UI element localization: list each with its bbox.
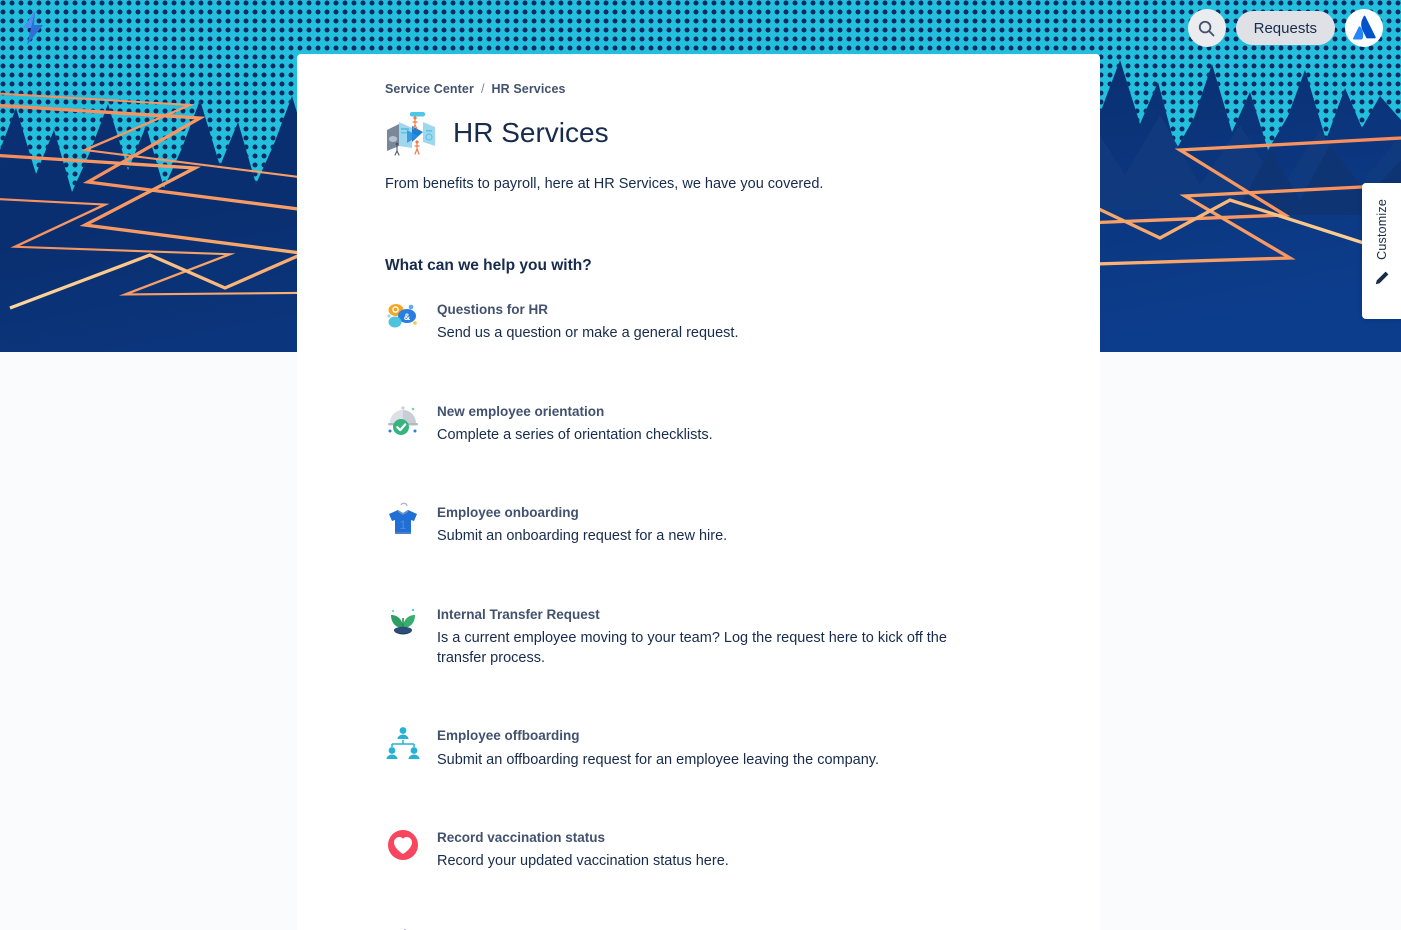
request-item-title: Employee offboarding bbox=[437, 728, 580, 744]
request-item-title: New employee orientation bbox=[437, 403, 605, 419]
request-item-new-employee-orientation[interactable]: New employee orientation Complete a seri… bbox=[385, 393, 1012, 456]
request-item-description: Send us a question or make a general req… bbox=[437, 325, 739, 342]
speech-bubbles-icon: & bbox=[387, 304, 417, 328]
requests-button[interactable]: Requests bbox=[1235, 11, 1335, 45]
lightning-bolt-logo[interactable] bbox=[16, 10, 50, 46]
request-item-employee-offboarding[interactable]: Employee offboarding Submit an offboardi… bbox=[385, 717, 1012, 780]
request-item-title: Employee onboarding bbox=[437, 505, 579, 521]
top-navigation: Requests bbox=[1187, 0, 1401, 56]
avatar[interactable] bbox=[1345, 9, 1383, 47]
page-title: HR Services bbox=[453, 117, 609, 149]
request-item-questions-for-hr[interactable]: & Questions for HR Send us a question or… bbox=[385, 291, 1012, 354]
breadcrumb: Service Center / HR Services bbox=[385, 82, 1012, 96]
svg-text:&: & bbox=[404, 312, 411, 322]
dome-check-icon bbox=[388, 405, 418, 435]
request-item-title: Record vaccination status bbox=[437, 829, 606, 845]
request-item-record-vaccination-status[interactable]: Record vaccination status Record your up… bbox=[385, 819, 1012, 882]
request-item-internal-transfer-request[interactable]: Internal Transfer Request Is a current e… bbox=[385, 596, 1012, 679]
breadcrumb-service-center[interactable]: Service Center bbox=[385, 82, 474, 96]
request-item-employee-onboarding[interactable]: 1 Employee onboarding Submit an onboardi… bbox=[385, 494, 1012, 557]
section-heading: What can we help you with? bbox=[385, 257, 592, 275]
request-item-description: Submit an offboarding request for an emp… bbox=[437, 751, 879, 768]
search-button[interactable] bbox=[1187, 9, 1226, 47]
request-item-description: Record your updated vaccination status h… bbox=[437, 853, 729, 870]
org-chart-people-icon bbox=[386, 727, 420, 760]
customize-tab[interactable]: Customize bbox=[1362, 183, 1401, 319]
request-type-list: & Questions for HR Send us a question or… bbox=[385, 291, 1012, 930]
request-item-title: Internal Transfer Request bbox=[437, 606, 600, 622]
breadcrumb-hr-services[interactable]: HR Services bbox=[492, 82, 566, 96]
customize-label: Customize bbox=[1374, 199, 1389, 260]
breadcrumb-separator: / bbox=[480, 82, 485, 96]
request-item-description: Complete a series of orientation checkli… bbox=[437, 426, 713, 443]
pencil-icon bbox=[1375, 271, 1388, 285]
portal-description: From benefits to payroll, here at HR Ser… bbox=[385, 176, 824, 192]
search-icon bbox=[1198, 20, 1215, 36]
portal-card: Service Center / HR Services HR Services… bbox=[297, 54, 1100, 930]
request-item-description: Submit an onboarding request for a new h… bbox=[437, 528, 728, 545]
request-item-record-hipaa-training[interactable]: Record HIPAA training Log training that … bbox=[385, 920, 1012, 930]
jersey-shirt-icon: 1 bbox=[389, 502, 417, 535]
seedling-icon bbox=[391, 608, 415, 635]
portal-header: HR Services bbox=[385, 106, 1012, 160]
heart-circle-icon bbox=[388, 829, 418, 860]
request-item-description: Is a current employee moving to your tea… bbox=[437, 629, 947, 667]
atlassian-logo-icon bbox=[1353, 15, 1376, 40]
hr-services-illustration-icon bbox=[387, 112, 435, 156]
svg-text:1: 1 bbox=[400, 518, 407, 532]
request-item-title: Questions for HR bbox=[437, 302, 549, 318]
